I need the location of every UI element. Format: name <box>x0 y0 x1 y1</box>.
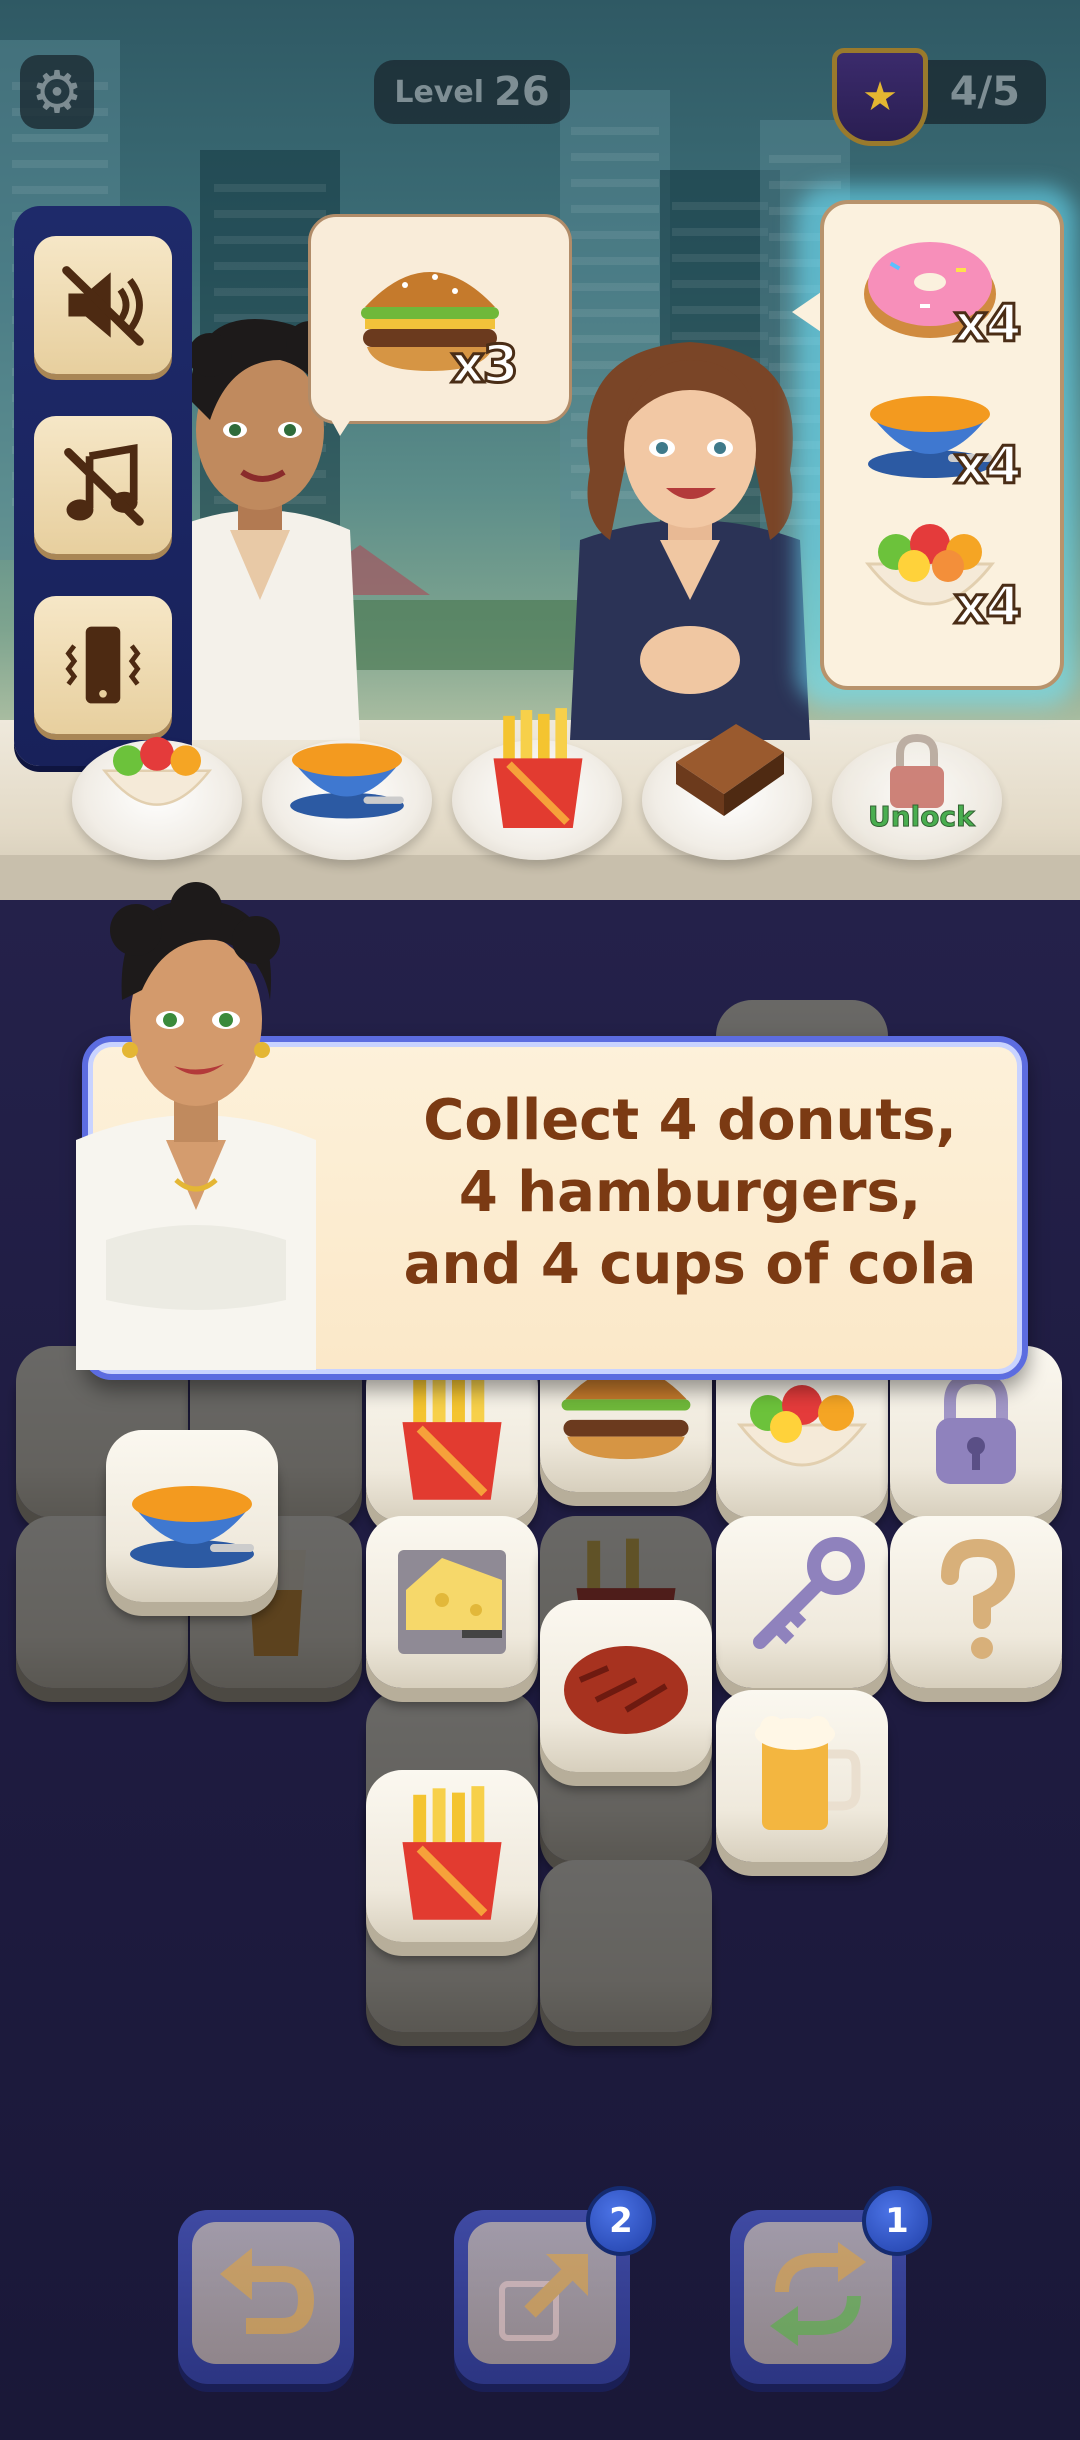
order-qty-hamburger: x3 <box>450 334 521 397</box>
fries-icon <box>493 708 583 828</box>
music-off-icon <box>64 443 144 526</box>
settings-side-panel <box>14 206 192 766</box>
tile-cheese[interactable] <box>366 1516 538 1688</box>
customers-shield-icon: ★ <box>832 48 928 146</box>
host-chef-character <box>76 882 316 1370</box>
beer-mug-icon <box>755 1716 861 1830</box>
counter-plate-3[interactable] <box>452 708 622 860</box>
counter-plate-1[interactable] <box>72 736 242 860</box>
badge-count: 1 <box>885 2201 909 2241</box>
cheese-icon <box>398 1550 506 1654</box>
bubble-tail <box>318 396 366 436</box>
level-indicator: Level 26 <box>374 60 570 124</box>
vibration-toggle-button[interactable] <box>34 596 172 734</box>
settings-gear-button[interactable]: ⚙ <box>20 55 94 129</box>
tutorial-line-2: 4 hamburgers, <box>458 1160 922 1225</box>
order-qty-soup: x4 <box>953 435 1024 498</box>
progress-count: 4/5 <box>949 69 1020 115</box>
fruit-salad-icon <box>101 736 213 806</box>
pop-out-arrow-icon <box>499 2254 588 2341</box>
music-toggle-button[interactable] <box>34 416 172 554</box>
level-number: 26 <box>493 69 550 115</box>
counter-plate-4[interactable] <box>642 724 812 860</box>
fries-icon <box>402 1786 502 1920</box>
soup-bowl-icon <box>290 743 404 819</box>
tile-beer[interactable] <box>716 1690 888 1862</box>
customer-lady-character <box>570 342 810 740</box>
chocolate-icon <box>676 724 784 816</box>
order-panel-customer-2: x4 x4 x4 <box>820 200 1064 690</box>
tile-soup[interactable] <box>106 1430 278 1602</box>
lock-icon <box>936 1371 1016 1484</box>
meat-patty-icon <box>564 1646 688 1734</box>
key-icon <box>753 1537 865 1649</box>
gear-icon: ⚙ <box>31 58 83 126</box>
tile <box>540 1860 712 2032</box>
tutorial-line-1: Collect 4 donuts, <box>423 1088 957 1153</box>
badge-count: 2 <box>609 2201 633 2241</box>
order-qty-fruit-salad: x4 <box>953 575 1024 638</box>
shuffle-arrows-icon <box>770 2242 866 2346</box>
shuffle-button[interactable]: 1 <box>730 2186 932 2384</box>
order-bubble-customer-1: x3 <box>308 214 572 424</box>
phone-vibrate-icon <box>65 626 141 704</box>
order-qty-donut: x4 <box>953 293 1024 356</box>
tile-hidden <box>890 1516 1062 1688</box>
sound-toggle-button[interactable] <box>34 236 172 374</box>
fries-icon <box>402 1366 502 1500</box>
shuffle-count-badge: 1 <box>862 2186 932 2256</box>
speaker-muted-icon <box>62 266 144 346</box>
tile-key[interactable] <box>716 1516 888 1688</box>
fruit-salad-icon <box>736 1385 868 1467</box>
counter-plate-2[interactable] <box>262 740 432 860</box>
unlock-label: Unlock <box>868 800 976 834</box>
tutorial-line-3: and 4 cups of cola <box>403 1232 977 1297</box>
locked-plate-slot[interactable]: Unlock <box>832 733 1002 860</box>
undo-arrow-icon <box>220 2248 315 2334</box>
soup-bowl-icon <box>130 1486 254 1568</box>
tutorial-text: Collect 4 donuts, 4 hamburgers, and 4 cu… <box>380 1085 1000 1301</box>
pop-out-button[interactable]: 2 <box>454 2186 656 2384</box>
question-mark-icon <box>941 1538 1016 1659</box>
pop-out-count-badge: 2 <box>586 2186 656 2256</box>
tile-meat[interactable] <box>540 1600 712 1772</box>
level-label: Level <box>394 74 484 110</box>
tile-fries[interactable] <box>366 1770 538 1942</box>
undo-button[interactable] <box>178 2210 354 2384</box>
